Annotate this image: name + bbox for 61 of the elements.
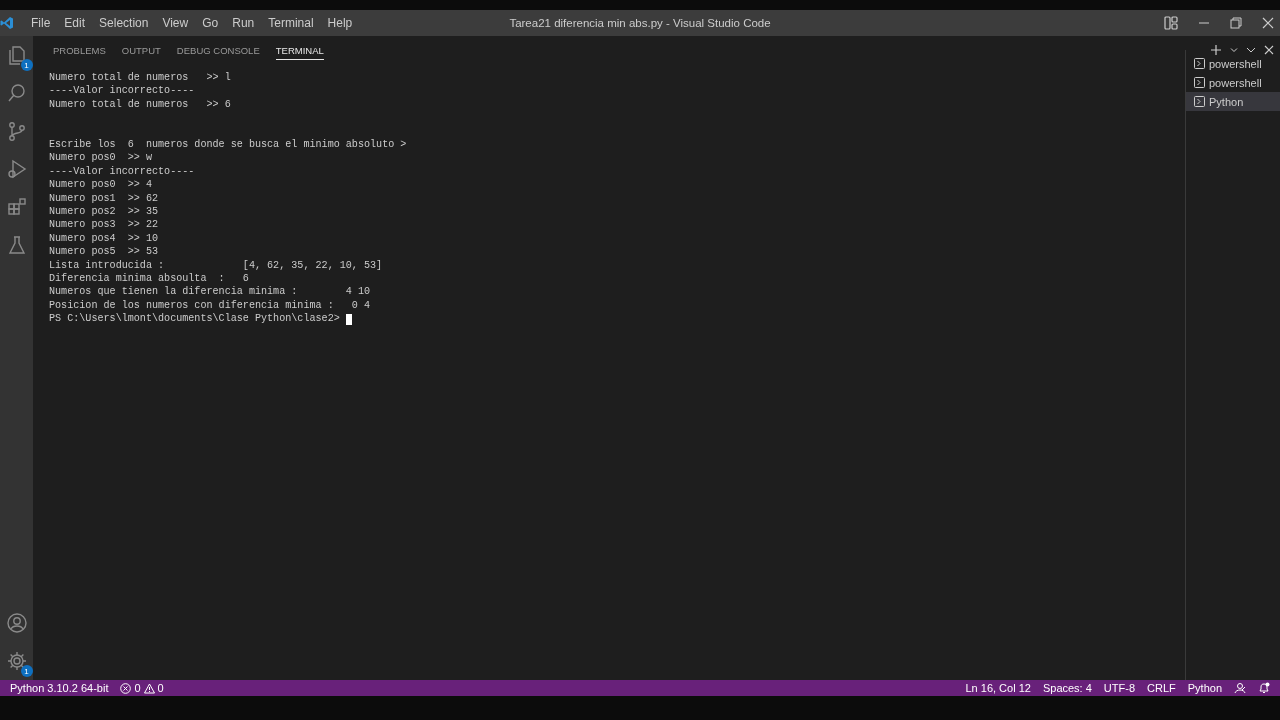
terminal-line: ----Valor incorrecto---- bbox=[49, 164, 195, 179]
feedback-icon[interactable] bbox=[1234, 682, 1246, 694]
terminal-line: Numero total de numeros >> 6 bbox=[49, 97, 231, 112]
terminal-line: Numero pos1 >> 62 bbox=[49, 191, 159, 206]
panel-tab[interactable]: TERMINAL bbox=[275, 40, 324, 60]
terminal-list-item[interactable]: Python bbox=[1186, 92, 1280, 111]
terminal-line: Numero pos3 >> 22 bbox=[49, 218, 159, 232]
notification-badge: 1 bbox=[20, 665, 33, 677]
terminal-line: Escribe los 6 numeros donde se busca el minimo absoluto > bbox=[49, 138, 407, 152]
error-icon bbox=[120, 682, 132, 694]
close-icon[interactable] bbox=[1264, 45, 1274, 55]
notification-badge: 1 bbox=[20, 59, 33, 71]
text-cursor bbox=[345, 313, 352, 325]
panel-tab[interactable]: DEBUG CONSOLE bbox=[176, 40, 260, 60]
extensions-icon[interactable] bbox=[5, 196, 28, 218]
plus-icon[interactable] bbox=[1210, 44, 1222, 56]
menu-item[interactable]: File bbox=[24, 16, 58, 30]
terminal-line: Numero pos0 >> w bbox=[49, 151, 152, 165]
terminal-list-item[interactable]: powershell bbox=[1186, 54, 1280, 73]
status-item[interactable]: Spaces: 4 bbox=[1036, 682, 1098, 694]
terminal-line: Numero total de numeros >> l bbox=[49, 71, 231, 85]
terminal-line: Numero pos4 >> 10 bbox=[49, 231, 159, 246]
menu-item[interactable]: Go bbox=[195, 16, 226, 30]
layout-icon[interactable] bbox=[1164, 16, 1178, 30]
terminal-line: Lista introducida : [4, 62, 35, 22, 10, 53] bbox=[49, 258, 383, 273]
restore-icon[interactable] bbox=[1230, 17, 1242, 29]
terminal-prompt: PS C:\Users\lmont\documents\Clase Python\clase2> bbox=[49, 312, 341, 326]
terminal-icon bbox=[1194, 58, 1205, 69]
terminal-icon bbox=[1194, 77, 1205, 88]
menu-item[interactable]: Terminal bbox=[261, 16, 321, 30]
menu-item[interactable]: Run bbox=[225, 16, 262, 30]
terminal-line: Posicion de los numeros con diferencia minima : 0 4 bbox=[49, 298, 371, 313]
window-title: Tarea21 diferencia min abs.py - Visual Studio Code bbox=[509, 17, 771, 29]
terminal-list-item[interactable]: powershell bbox=[1186, 73, 1280, 92]
terminal-line: Diferencia minima absoulta : 6 bbox=[49, 272, 249, 286]
status-item[interactable]: Ln 16, Col 12 bbox=[959, 682, 1037, 694]
menu-item[interactable]: Edit bbox=[57, 16, 93, 30]
terminal-line: Numeros que tienen la diferencia minima : 4 10 bbox=[49, 285, 371, 299]
terminal-line: Numero pos5 >> 53 bbox=[49, 245, 159, 259]
status-item[interactable]: UTF-8 bbox=[1097, 682, 1141, 694]
panel-tab[interactable]: PROBLEMS bbox=[53, 40, 106, 60]
python-interpreter[interactable]: Python 3.10.2 64-bit bbox=[4, 682, 115, 694]
settings-icon[interactable] bbox=[5, 650, 28, 672]
app-logo-icon bbox=[0, 16, 14, 30]
run-debug-icon[interactable] bbox=[5, 158, 28, 180]
problems-count[interactable]: 0 0 bbox=[114, 682, 170, 694]
account-icon[interactable] bbox=[5, 612, 28, 634]
terminal-line: ----Valor incorrecto---- bbox=[49, 84, 195, 98]
search-icon[interactable] bbox=[5, 82, 28, 104]
terminal-icon bbox=[1194, 96, 1205, 107]
warning-icon bbox=[143, 682, 155, 694]
panel-tab[interactable]: OUTPUT bbox=[121, 40, 161, 60]
status-item[interactable]: Python bbox=[1181, 682, 1228, 694]
bell-icon[interactable] bbox=[1258, 682, 1270, 694]
menu-item[interactable]: Selection bbox=[92, 16, 156, 30]
menu-item[interactable]: View bbox=[155, 16, 196, 30]
terminal-line: Numero pos2 >> 35 bbox=[49, 205, 159, 219]
status-item[interactable]: CRLF bbox=[1141, 682, 1182, 694]
close-icon[interactable] bbox=[1262, 17, 1274, 29]
menu-item[interactable]: Help bbox=[320, 16, 360, 30]
terminal-line: Numero pos0 >> 4 bbox=[49, 178, 152, 192]
